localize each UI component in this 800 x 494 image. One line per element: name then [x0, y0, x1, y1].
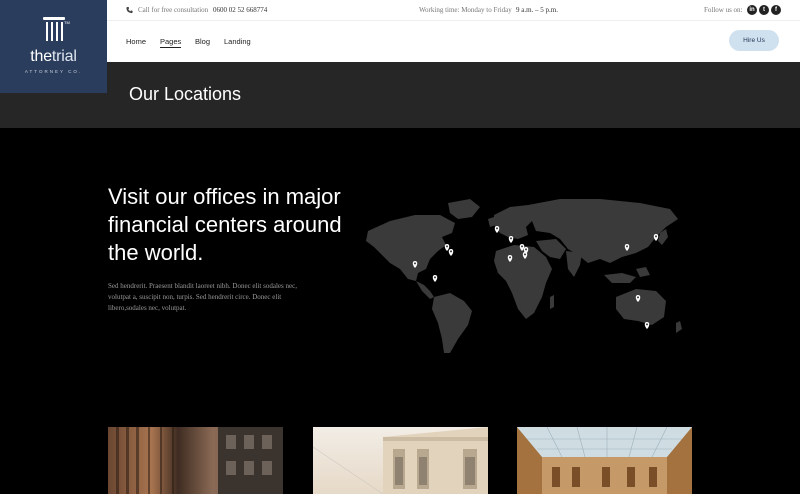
consultation-label: Call for free consultation [138, 6, 209, 14]
top-bar: Call for free consultation 0600 02 52 66… [107, 0, 800, 21]
map-pins [412, 226, 659, 329]
map-pin-london[interactable] [508, 236, 514, 243]
map-pin-los-angeles[interactable] [448, 249, 454, 256]
logo[interactable]: TM thetrial ATTORNEY CO. [0, 0, 107, 93]
twitter-icon[interactable]: t [759, 5, 769, 15]
page-title: Our Locations [129, 84, 242, 104]
page-title-band: Our Locations [107, 62, 800, 128]
map-pin-tokyo[interactable] [635, 295, 641, 302]
facebook-icon[interactable]: f [771, 5, 781, 15]
section-headline: Visit our offices in major financial cen… [108, 184, 342, 265]
nav-landing[interactable]: Landing [224, 37, 251, 46]
brand-subtitle: ATTORNEY CO. [24, 69, 83, 74]
follow-us-label: Follow us on: [704, 6, 743, 14]
office-photo-2[interactable] [313, 427, 488, 494]
title-band-left [0, 93, 107, 128]
phone-number[interactable]: 0600 02 52 668774 [213, 6, 267, 14]
locations-section: Visit our offices in major financial cen… [0, 128, 800, 494]
brand-name: thetrial [30, 48, 77, 65]
office-photo-3[interactable] [517, 427, 692, 494]
map-pin-new-york[interactable] [444, 244, 450, 251]
columns-logo-icon [42, 17, 65, 45]
trademark-mark: TM [64, 20, 70, 25]
map-pin-rome[interactable] [507, 255, 513, 262]
map-pin-chicago[interactable] [432, 275, 438, 282]
nav-pages[interactable]: Pages [160, 37, 182, 48]
map-pin-seattle[interactable] [412, 261, 418, 268]
main-nav: Home Pages Blog Landing Hire Us [107, 21, 800, 62]
map-pin-jakarta[interactable] [644, 322, 650, 329]
phone-icon [126, 6, 133, 14]
hire-us-button[interactable]: Hire Us [729, 30, 779, 51]
map-pin-berlin[interactable] [519, 244, 525, 251]
nav-home[interactable]: Home [126, 37, 146, 46]
linkedin-icon[interactable]: in [747, 5, 757, 15]
map-pin-beijing[interactable] [653, 234, 659, 241]
working-hours-label: Working time: Monday to Friday [419, 6, 512, 14]
map-pin-mexico[interactable] [494, 226, 500, 233]
map-pin-dubai[interactable] [624, 244, 630, 251]
office-photo-1[interactable] [108, 427, 283, 494]
section-body: Sed hendrerit. Praesent blandit laoreet … [108, 282, 297, 312]
nav-blog[interactable]: Blog [195, 37, 210, 46]
working-hours-value: 9 a.m. – 5 p.m. [516, 6, 558, 14]
